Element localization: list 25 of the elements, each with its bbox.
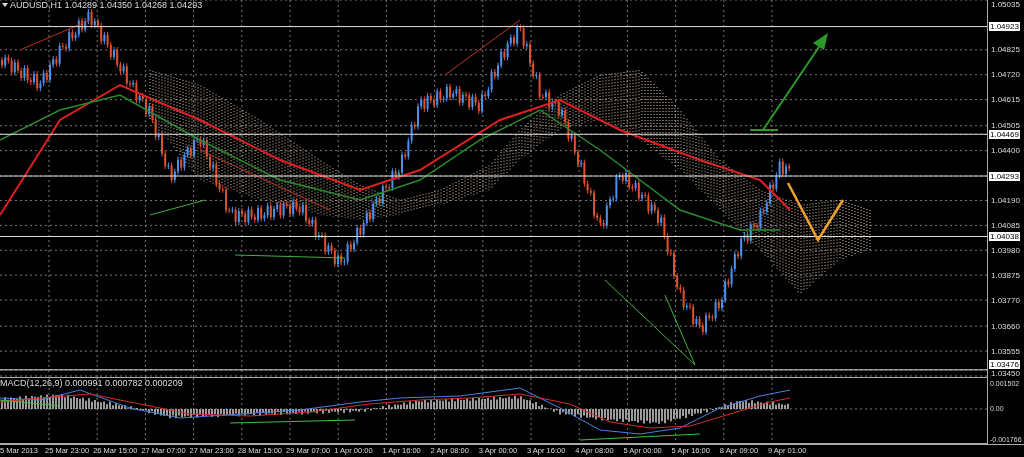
zigzag-line	[786, 182, 845, 243]
price-label: 1.04190	[991, 195, 1020, 205]
price-label: 1.04293	[989, 171, 1020, 181]
price-label: 1.04505	[991, 121, 1020, 131]
price-label: 1.03875	[991, 270, 1020, 280]
price-label: 1.03660	[991, 321, 1020, 331]
price-label: 1.03770	[991, 295, 1020, 305]
price-label: 1.03476	[989, 360, 1020, 369]
price-label: 1.03450	[991, 369, 1020, 378]
price-label: 1.05035	[991, 0, 1020, 9]
price-label: 1.04400	[991, 146, 1020, 156]
dropdown-icon[interactable]	[2, 3, 8, 7]
chart-title: AUDUSD,H1 1.04289 1.04350 1.04268 1.04293	[10, 0, 203, 10]
price-label: 1.04923	[989, 22, 1020, 32]
macd-title: MACD(12,26,9) 0.000991 0.000782 0.000209	[0, 378, 183, 388]
price-label: 1.04720	[991, 70, 1020, 80]
trend-line	[19, 19, 91, 51]
price-label: 1.04825	[991, 45, 1020, 55]
price-label: 1.03980	[991, 245, 1020, 255]
price-label: 1.04469	[989, 129, 1020, 139]
trend-line	[0, 399, 61, 407]
price-label: 1.04038	[989, 232, 1020, 241]
price-label: 1.04085	[991, 220, 1020, 230]
price-label: 1.04615	[991, 95, 1020, 105]
price-label: 1.03555	[991, 346, 1020, 356]
